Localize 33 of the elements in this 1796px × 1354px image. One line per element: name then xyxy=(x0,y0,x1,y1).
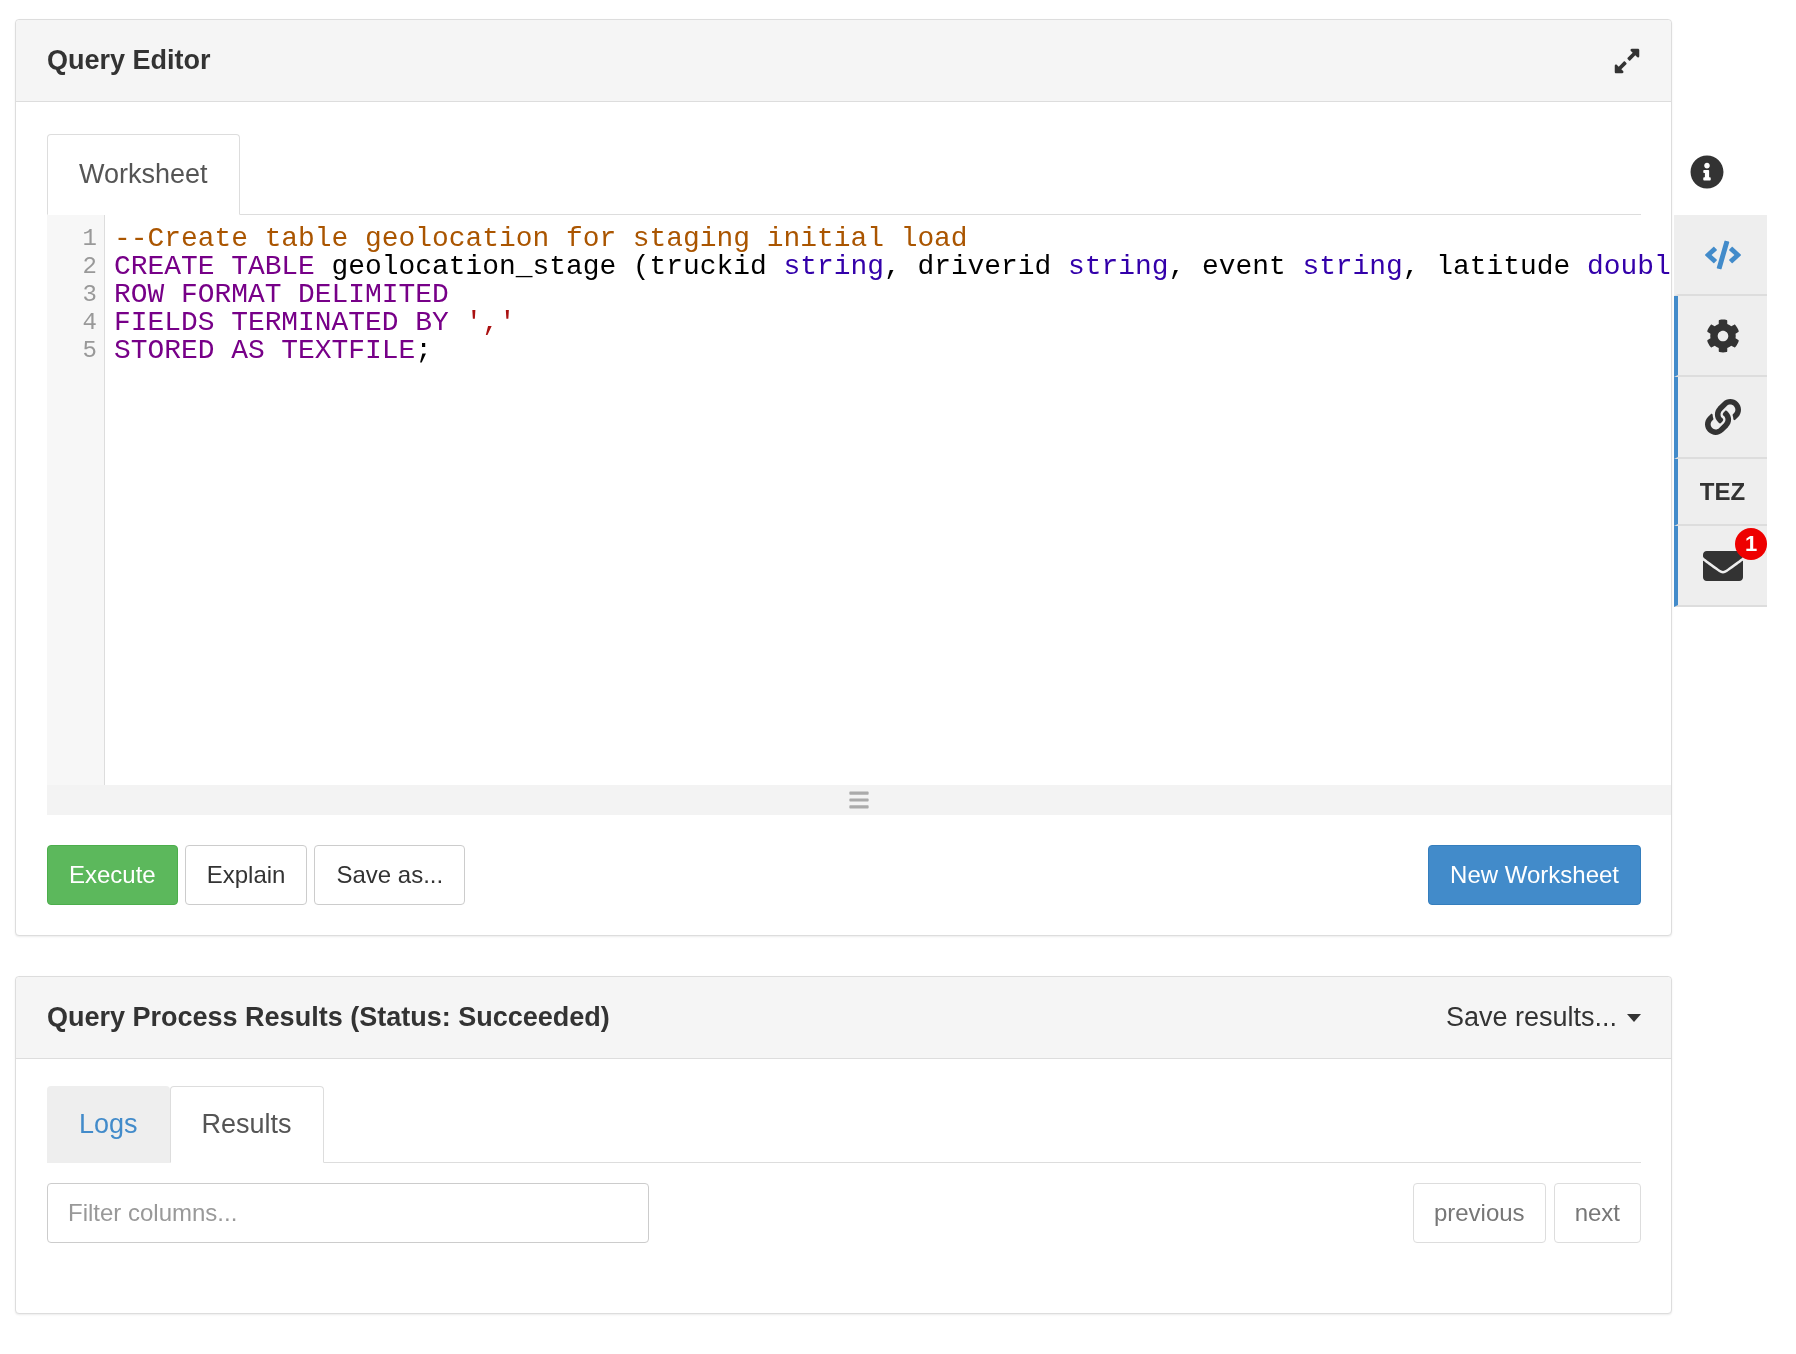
line-number: 3 xyxy=(81,281,98,309)
info-icon[interactable] xyxy=(1690,155,1724,189)
code-line: STORED AS TEXTFILE; xyxy=(114,337,434,365)
caret-icon xyxy=(1627,1013,1641,1022)
pager-button[interactable]: previous xyxy=(1412,1183,1546,1243)
filter-field[interactable]: Filter columns... xyxy=(47,1183,649,1243)
action-button[interactable]: Save as... xyxy=(314,845,466,905)
settings-icon xyxy=(1705,318,1740,353)
pager-button[interactable]: next xyxy=(1553,1183,1641,1243)
sidebar-button[interactable] xyxy=(1674,377,1767,459)
line-number: 1 xyxy=(81,225,98,253)
notification-badge: 1 xyxy=(1735,528,1767,560)
link-icon xyxy=(1704,399,1741,435)
code-line: ROW FORMAT DELIMITED xyxy=(114,281,449,309)
code-line: FIELDS TERMINATED BY ',' xyxy=(114,309,517,337)
expand-icon[interactable] xyxy=(1613,46,1641,75)
panel-title: Query Editor xyxy=(47,45,211,76)
grip-icon xyxy=(848,789,870,811)
results-tab[interactable]: Results xyxy=(169,1086,324,1163)
code-line: CREATE TABLE geolocation_stage (truckid string, driverid string, event string, latitude doubl xyxy=(114,253,1671,281)
new-worksheet-button[interactable]: New Worksheet xyxy=(1428,845,1641,905)
code-line: --Create table geolocation for staging initial load xyxy=(114,225,969,253)
sidebar-button[interactable] xyxy=(1674,296,1767,377)
action-button[interactable]: Explain xyxy=(184,845,308,905)
panel-title: Query Process Results (Status: Succeeded) xyxy=(47,1002,610,1033)
line-number: 4 xyxy=(81,309,98,337)
line-number: 5 xyxy=(81,337,98,365)
save-results-dropdown[interactable]: Save results... xyxy=(1445,1002,1641,1033)
line-number: 2 xyxy=(81,253,98,281)
sidebar-item[interactable]: TEZ xyxy=(1674,459,1767,526)
worksheet-tab[interactable]: Worksheet xyxy=(47,134,240,215)
sidebar-button[interactable]: 1 xyxy=(1674,526,1767,607)
resize-handle[interactable] xyxy=(47,785,1671,815)
